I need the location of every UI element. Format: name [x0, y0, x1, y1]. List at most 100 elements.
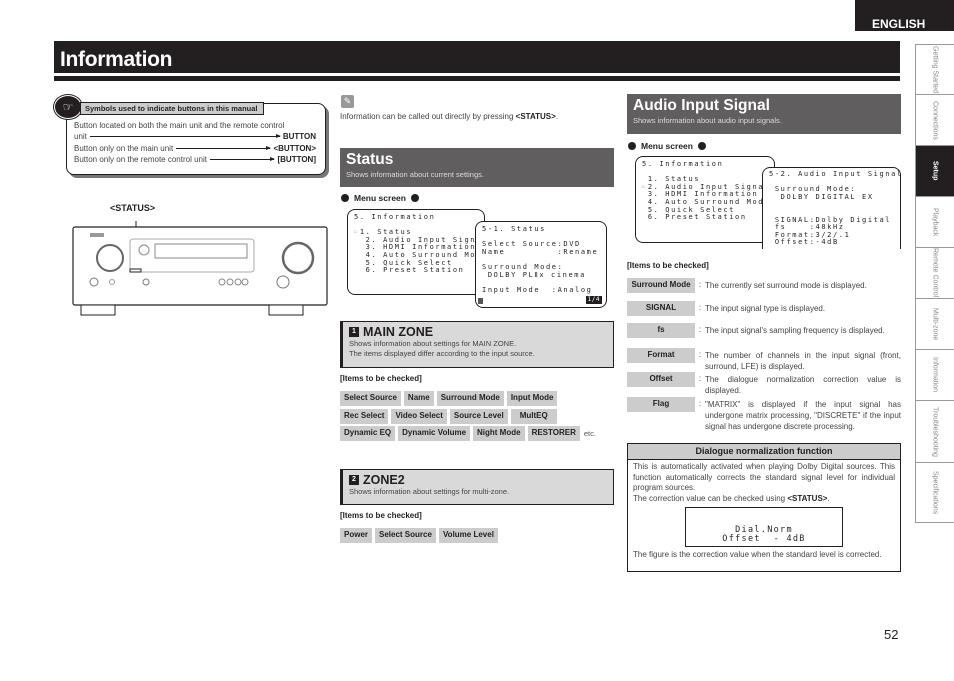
item-desc: The number of channels in the input sign… [705, 351, 901, 371]
side-nav-connections[interactable]: Connections [915, 95, 954, 146]
status-heading: Status [346, 151, 394, 168]
zone2-title-text: ZONE2 [363, 473, 405, 487]
audio-input-heading: Audio Input Signal [633, 97, 770, 114]
side-nav-remote-control[interactable]: Remote Control [915, 248, 954, 299]
main-zone-desc: Shows information about settings for MAI… [349, 339, 517, 348]
menu-screen-text: Menu screen [641, 141, 693, 151]
side-nav-playback[interactable]: Playback [915, 197, 954, 248]
volume-knob-icon [281, 241, 315, 275]
side-nav-label: Setup [931, 161, 939, 181]
item-tag: Source Level [449, 409, 508, 424]
side-nav-specifications[interactable]: Specifications [915, 463, 954, 523]
status-button[interactable] [129, 268, 142, 273]
dialogue-text: The correction value can be checked usin… [633, 494, 895, 505]
button-icon[interactable] [226, 278, 234, 286]
symbols-line-symbol: BUTTON [282, 132, 316, 141]
receiver-illustration [72, 221, 328, 316]
item-tag: Night Mode [473, 426, 525, 441]
button-icon[interactable] [218, 278, 226, 286]
item-tag: Rec Select [340, 409, 389, 424]
remote-sensor-icon [138, 244, 150, 256]
arrow-icon [176, 146, 272, 150]
status-callout-label: <STATUS> [110, 203, 156, 213]
symbols-line-text: Button located on both the main unit and… [74, 121, 285, 130]
symbols-line-text: Button only on the remote control unit [74, 155, 207, 164]
main-zone-items-row: Select Source Name Surround Mode Input M… [340, 391, 558, 406]
front-panel-display [154, 243, 248, 259]
dialogue-footer-text: The figure is the correction value when … [633, 550, 882, 559]
title-rule [54, 76, 900, 81]
menu-screen-text: Menu screen [354, 193, 406, 203]
item-desc: The dialogue normalization correction va… [705, 375, 901, 395]
status-detail-text: 5-1. Status Select Source:DVD Name :Rena… [482, 225, 599, 294]
side-nav-label: Specifications [931, 470, 939, 515]
brand-logo [90, 233, 104, 237]
side-nav-setup[interactable]: Setup [915, 146, 954, 197]
pointing-hand-icon: ☞ [54, 95, 82, 119]
side-nav-label: Getting Started [931, 45, 939, 94]
symbols-line-remote: Button only on the remote control unit [B… [74, 155, 316, 164]
button-icon[interactable] [234, 278, 242, 286]
item-tag: Surround Mode [436, 391, 504, 406]
arrow-icon [209, 157, 275, 161]
symbols-legend-title: Symbols used to indicate buttons in this… [80, 102, 264, 115]
audio-item-row: Flag: "MATRIX" is displayed if the input … [627, 397, 901, 432]
dialogue-text-body: The correction value can be checked usin… [633, 493, 788, 503]
audio-menu-lcd: 5. Information 1. Status ☞2. Audio Input… [635, 156, 775, 243]
symbols-line-both: Button located on both the main unit and… [74, 121, 316, 130]
scroll-marker-icon [478, 298, 483, 304]
main-zone-items-row: Rec Select Video Select Source Level Mul… [340, 409, 557, 424]
item-tag: Input Mode [506, 391, 558, 406]
audio-item-row: SIGNAL: The input signal type is displaye… [627, 301, 901, 316]
side-nav-multi-zone[interactable]: Multi-zone [915, 299, 954, 350]
main-zone-title-text: MAIN ZONE [363, 325, 434, 339]
main-zone-box: 1 MAIN ZONE Shows information about setti… [340, 321, 614, 368]
status-menu-lcd: 5. Information ☞1. Status 2. Audio Input… [347, 209, 486, 295]
audio-item-row: fs: The input signal's sampling frequency… [627, 323, 901, 338]
symbols-line-symbol: <BUTTON> [273, 144, 316, 153]
button-icon[interactable] [142, 278, 150, 286]
audio-input-section-header: Audio Input Signal Shows information abo… [627, 94, 901, 134]
dialogue-normalization-text: This is automatically activated when pla… [628, 460, 900, 506]
item-tag: Power [340, 528, 373, 543]
section-number-badge: 2 [349, 475, 359, 485]
side-nav-information[interactable]: Information [915, 350, 954, 401]
button-icon[interactable] [109, 279, 115, 285]
status-detail-lcd: 5-1. Status Select Source:DVD Name :Rena… [475, 221, 607, 308]
main-zone-title: 1 MAIN ZONE [349, 325, 613, 339]
power-button[interactable] [89, 277, 99, 287]
input-knob-icon [96, 244, 124, 272]
page-title: Information [54, 41, 900, 73]
side-nav-label: Multi-zone [931, 307, 939, 341]
dialogue-text: This is automatically activated when pla… [633, 462, 895, 492]
item-tag: Dynamic Volume [398, 426, 471, 441]
side-nav-getting-started[interactable]: Getting Started [915, 44, 954, 95]
receiver-foot [268, 304, 304, 316]
item-key: Format [627, 348, 695, 363]
symbols-line-symbol: [BUTTON] [277, 155, 316, 164]
note-emphasis: <STATUS> [515, 112, 556, 121]
item-key: Flag [627, 397, 695, 412]
page-number: 52 [884, 627, 899, 642]
bullet-icon [628, 142, 636, 150]
audio-menu-screen-label: Menu screen [623, 141, 711, 151]
dialogue-normalization-title: Dialogue normalization function [628, 444, 900, 460]
bullet-icon [697, 142, 706, 150]
audio-item-row: Format: The number of channels in the inp… [627, 348, 901, 372]
zone2-box: 2 ZONE2 Shows information about settings … [340, 469, 614, 505]
button-icon[interactable] [241, 278, 249, 286]
item-tag: Select Source [340, 391, 401, 406]
etc-text: etc. [583, 429, 596, 438]
side-nav-label: Troubleshooting [931, 406, 939, 457]
main-zone-items-label: [Items to be checked] [340, 374, 422, 383]
side-nav-label: Playback [931, 207, 939, 237]
item-tag: RESTORER [527, 426, 580, 441]
side-nav-troubleshooting[interactable]: Troubleshooting [915, 401, 954, 463]
pencil-icon: ✎ [341, 95, 354, 108]
item-tag: Dynamic EQ [340, 426, 396, 441]
page-indicator: 1/4 [585, 296, 602, 304]
symbols-line-both-cont: unit BUTTON [74, 132, 316, 141]
side-nav-label: Connections [931, 100, 939, 140]
audio-item-row: Offset: The dialogue normalization correc… [627, 372, 901, 396]
item-desc: The input signal's sampling frequency is… [705, 326, 885, 335]
